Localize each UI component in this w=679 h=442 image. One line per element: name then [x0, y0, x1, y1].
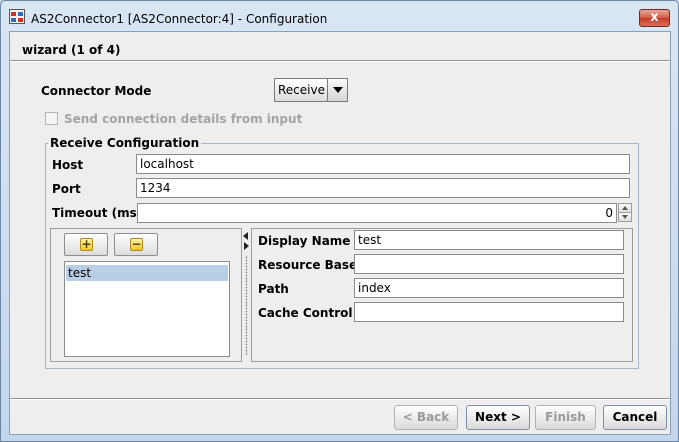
minus-icon: − [130, 237, 143, 251]
wizard-step-title: wizard (1 of 4) [22, 43, 121, 57]
port-label: Port [52, 182, 81, 196]
back-button[interactable]: < Back [394, 405, 458, 430]
remove-resource-button[interactable]: − [114, 233, 158, 256]
display-name-input[interactable]: test [354, 230, 624, 250]
connector-mode-select[interactable]: Receive [274, 78, 348, 102]
path-input[interactable]: index [354, 278, 624, 298]
port-input[interactable]: 1234 [136, 178, 630, 198]
send-details-label: Send connection details from input [64, 112, 303, 126]
close-button[interactable]: x [639, 9, 670, 27]
finish-button[interactable]: Finish [535, 405, 596, 430]
host-label: Host [52, 158, 84, 172]
resource-list[interactable]: test [64, 261, 230, 357]
resource-list-panel: + − test [50, 228, 242, 362]
divider-grip [245, 256, 248, 356]
resource-base-input[interactable] [354, 254, 624, 274]
window-title: AS2Connector1 [AS2Connector:4] - Configu… [31, 12, 328, 26]
arrow-right-icon[interactable] [244, 242, 249, 250]
add-resource-button[interactable]: + [64, 233, 108, 256]
dialog-client-area: wizard (1 of 4) Connector Mode Receive S… [9, 31, 671, 435]
host-input[interactable]: localhost [136, 154, 630, 174]
cache-control-input[interactable] [354, 302, 624, 322]
bottom-separator [10, 398, 670, 400]
spinner-down-icon[interactable] [618, 212, 632, 222]
arrow-left-icon[interactable] [243, 232, 248, 240]
chevron-down-icon[interactable] [327, 79, 347, 101]
timeout-spinner[interactable]: 0 [137, 203, 617, 223]
timeout-label: Timeout (ms) [52, 206, 143, 220]
connector-mode-label: Connector Mode [41, 84, 152, 98]
receive-configuration-title: Receive Configuration [48, 136, 202, 150]
connector-mode-value: Receive [278, 83, 325, 97]
close-icon: x [650, 10, 659, 25]
plus-icon: + [80, 237, 93, 251]
path-label: Path [258, 282, 289, 296]
title-bar[interactable]: AS2Connector1 [AS2Connector:4] - Configu… [1, 1, 678, 31]
resource-base-label: Resource Base [258, 258, 358, 272]
send-details-checkbox[interactable] [45, 112, 58, 125]
cache-control-label: Cache Control [258, 306, 353, 320]
display-name-label: Display Name [258, 234, 351, 248]
next-button[interactable]: Next > [466, 405, 530, 430]
split-divider[interactable] [242, 228, 251, 362]
configuration-window: AS2Connector1 [AS2Connector:4] - Configu… [0, 0, 679, 442]
list-item[interactable]: test [66, 265, 228, 281]
top-separator [10, 60, 670, 62]
cancel-button[interactable]: Cancel [603, 405, 667, 430]
app-icon [9, 9, 25, 24]
